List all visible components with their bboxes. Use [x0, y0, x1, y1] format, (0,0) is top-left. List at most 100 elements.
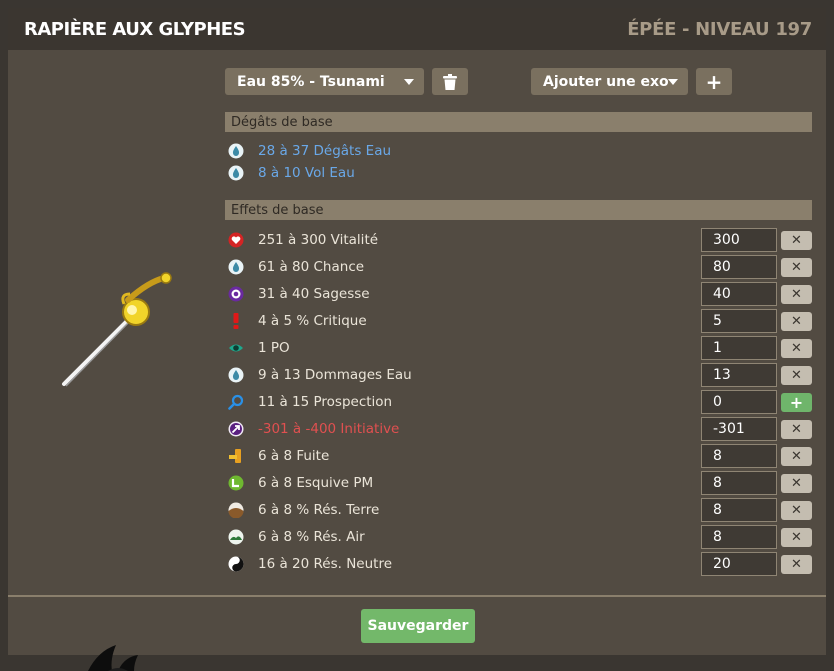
remove-effect-button[interactable]: ✕ — [781, 501, 812, 520]
save-button[interactable]: Sauvegarder — [361, 609, 475, 643]
earth-resist-icon — [228, 502, 244, 518]
effect-label: 251 à 300 Vitalité — [258, 232, 379, 248]
mp-dodge-icon — [228, 475, 244, 491]
dodge-icon — [228, 448, 244, 464]
add-exo-button[interactable]: + — [696, 68, 732, 95]
close-icon: ✕ — [791, 422, 802, 437]
effect-row: 16 à 20 Rés. Neutre — [228, 553, 392, 575]
close-icon: ✕ — [791, 287, 802, 302]
base-effects-header: Effets de base — [225, 200, 812, 220]
initiative-icon — [228, 421, 244, 437]
effect-row: 6 à 8 Esquive PM — [228, 472, 373, 494]
plus-icon: + — [789, 393, 804, 412]
close-icon: ✕ — [791, 233, 802, 248]
remove-effect-button[interactable]: ✕ — [781, 447, 812, 466]
close-icon: ✕ — [791, 449, 802, 464]
effect-row: 61 à 80 Chance — [228, 256, 364, 278]
effect-value-input[interactable] — [701, 390, 777, 414]
effect-value-input[interactable] — [701, 255, 777, 279]
effect-value-input[interactable] — [701, 444, 777, 468]
effect-row: 4 à 5 % Critique — [228, 310, 367, 332]
creature-ears-image — [88, 645, 138, 671]
effect-value-input[interactable] — [701, 363, 777, 387]
range-icon — [228, 340, 244, 356]
close-icon: ✕ — [791, 476, 802, 491]
effect-value-input[interactable] — [701, 282, 777, 306]
effect-label: 6 à 8 Esquive PM — [258, 475, 374, 491]
effect-value-input[interactable] — [701, 336, 777, 360]
chevron-down-icon — [668, 79, 678, 85]
effect-label: 6 à 8 % Rés. Terre — [258, 502, 380, 518]
item-type-level: ÉPÉE - NIVEAU 197 — [627, 18, 812, 40]
remove-effect-button[interactable]: ✕ — [781, 312, 812, 331]
add-effect-button[interactable]: + — [781, 393, 812, 412]
vitality-icon — [228, 232, 244, 248]
item-title: RAPIÈRE AUX GLYPHES — [24, 18, 246, 40]
effect-value-input[interactable] — [701, 417, 777, 441]
damage-text: 8 à 10 Vol Eau — [258, 165, 355, 181]
effect-row: 31 à 40 Sagesse — [228, 283, 370, 305]
close-icon: ✕ — [791, 368, 802, 383]
item-header: RAPIÈRE AUX GLYPHES ÉPÉE - NIVEAU 197 — [8, 8, 826, 50]
chevron-down-icon — [404, 79, 414, 85]
close-icon: ✕ — [791, 314, 802, 329]
effect-value-input[interactable] — [701, 498, 777, 522]
water-icon — [228, 143, 244, 159]
remove-effect-button[interactable]: ✕ — [781, 285, 812, 304]
effect-row: 6 à 8 % Rés. Terre — [228, 499, 379, 521]
damage-line: 28 à 37 Dégâts Eau — [228, 140, 391, 162]
remove-effect-button[interactable]: ✕ — [781, 555, 812, 574]
footer-divider — [8, 595, 826, 597]
remove-effect-button[interactable]: ✕ — [781, 420, 812, 439]
effect-row: 11 à 15 Prospection — [228, 391, 392, 413]
close-icon: ✕ — [791, 260, 802, 275]
effect-label: 61 à 80 Chance — [258, 259, 365, 275]
effect-label: 4 à 5 % Critique — [258, 313, 367, 329]
effect-row: 6 à 8 Fuite — [228, 445, 329, 467]
effect-value-input[interactable] — [701, 552, 777, 576]
effect-label: -301 à -400 Initiative — [258, 421, 400, 437]
effect-value-input[interactable] — [701, 471, 777, 495]
remove-effect-button[interactable]: ✕ — [781, 258, 812, 277]
exo-select[interactable]: Ajouter une exo — [531, 68, 688, 95]
delete-button[interactable] — [432, 68, 468, 95]
effect-label: 6 à 8 Fuite — [258, 448, 330, 464]
critical-icon — [228, 313, 244, 329]
close-icon: ✕ — [791, 503, 802, 518]
effect-label: 6 à 8 % Rés. Air — [258, 529, 365, 545]
effect-label: 16 à 20 Rés. Neutre — [258, 556, 393, 572]
effect-value-input[interactable] — [701, 309, 777, 333]
remove-effect-button[interactable]: ✕ — [781, 231, 812, 250]
remove-effect-button[interactable]: ✕ — [781, 474, 812, 493]
effect-value-input[interactable] — [701, 525, 777, 549]
base-damage-header: Dégâts de base — [225, 112, 812, 132]
element-select[interactable]: Eau 85% - Tsunami — [225, 68, 424, 95]
effect-value-input[interactable] — [701, 228, 777, 252]
prospecting-icon — [228, 394, 244, 410]
exo-select-value: Ajouter une exo — [543, 73, 669, 90]
effect-label: 31 à 40 Sagesse — [258, 286, 370, 302]
effect-row: -301 à -400 Initiative — [228, 418, 399, 440]
effect-row: 1 PO — [228, 337, 290, 359]
remove-effect-button[interactable]: ✕ — [781, 528, 812, 547]
effect-row: 9 à 13 Dommages Eau — [228, 364, 412, 386]
effect-label: 11 à 15 Prospection — [258, 394, 393, 410]
trash-icon — [443, 73, 457, 90]
plus-icon: + — [705, 69, 723, 94]
remove-effect-button[interactable]: ✕ — [781, 366, 812, 385]
effect-label: 1 PO — [258, 340, 290, 356]
close-icon: ✕ — [791, 557, 802, 572]
remove-effect-button[interactable]: ✕ — [781, 339, 812, 358]
damage-line: 8 à 10 Vol Eau — [228, 162, 355, 184]
water-icon — [228, 165, 244, 181]
close-icon: ✕ — [791, 530, 802, 545]
neutral-resist-icon — [228, 556, 244, 572]
air-resist-icon — [228, 529, 244, 545]
item-panel: RAPIÈRE AUX GLYPHES ÉPÉE - NIVEAU 197 Ea… — [8, 8, 826, 671]
wisdom-icon — [228, 286, 244, 302]
damage-text: 28 à 37 Dégâts Eau — [258, 143, 392, 159]
element-select-value: Eau 85% - Tsunami — [237, 73, 385, 90]
effect-row: 6 à 8 % Rés. Air — [228, 526, 365, 548]
rapier-image — [62, 272, 172, 387]
effect-label: 9 à 13 Dommages Eau — [258, 367, 412, 383]
